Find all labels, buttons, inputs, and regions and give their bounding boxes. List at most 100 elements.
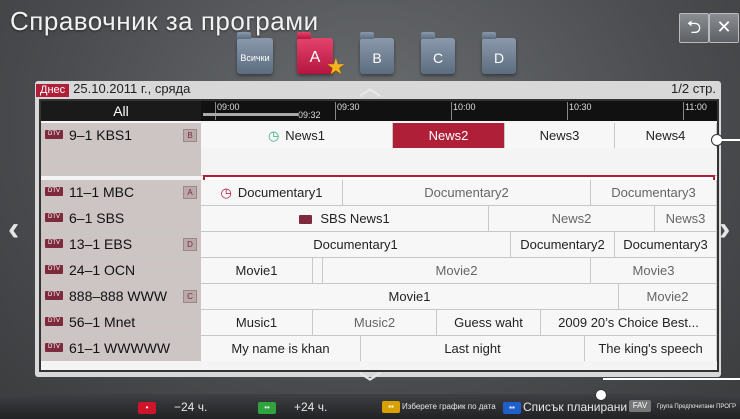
time-tick: 09:00 [215, 102, 240, 120]
favorite-group-button[interactable]: FAV Група Предпочитани ПРОГР [629, 399, 736, 415]
folder-b[interactable]: B [360, 32, 394, 74]
program-cell[interactable]: Movie2 [619, 284, 717, 309]
channel-name: 9–1 KBS1 [69, 127, 133, 143]
scroll-left-arrow-icon[interactable]: ‹ [8, 210, 19, 249]
dtv-icon: DTV [45, 291, 63, 300]
channel-row: DTV 9–1 KBS1 B ◷ News1 News2 News3 News4 … [41, 123, 717, 197]
lock-badge: B [183, 129, 197, 142]
current-time: 09:32 [298, 110, 321, 120]
channel-name: 888–888 WWW [69, 288, 168, 304]
dtv-icon: DTV [45, 317, 63, 326]
folder-c[interactable]: C [421, 32, 455, 74]
program-cell[interactable]: Music1 [201, 310, 313, 335]
dtv-icon: DTV [45, 130, 63, 139]
program-cell[interactable]: Documentary2 [511, 232, 615, 257]
callout-line [603, 378, 740, 380]
program-cell[interactable]: Music2 [313, 310, 437, 335]
dtv-icon: DTV [45, 343, 63, 352]
reminder-clock-icon: ◷ [267, 128, 280, 143]
back-button[interactable]: ⮌ [679, 13, 709, 43]
timeline: 09:00 09:30 10:00 10:30 11:00 09:32 [201, 101, 717, 121]
program-cell[interactable]: The king's speech [585, 336, 717, 361]
program-cell[interactable]: Documentary2 [343, 180, 591, 205]
program-cell[interactable]: News4 [615, 123, 717, 148]
dtv-icon: DTV [45, 213, 63, 222]
channel-name: 56–1 Mnet [69, 314, 136, 330]
scheduled-list-button[interactable]: ▪▪ Списък планирани [503, 399, 627, 415]
lock-badge: C [183, 290, 197, 303]
channel-cell[interactable]: DTV 888–888 WWW C [41, 284, 201, 309]
channel-name: 6–1 SBS [69, 210, 125, 226]
program-cell[interactable]: Last night [361, 336, 585, 361]
page-title: Справочник за програми [10, 6, 319, 36]
callout-dot [595, 389, 607, 401]
time-tick: 10:00 [451, 102, 476, 120]
program-cell[interactable]: Guess waht [437, 310, 541, 335]
channel-row: DTV 11–1 MBC A ◷ Documentary1 Documentary… [41, 180, 717, 206]
folder-d[interactable]: D [482, 32, 516, 74]
channel-cell[interactable]: DTV 11–1 MBC A [41, 180, 201, 205]
yellow-key-icon: ▪▪ [382, 400, 400, 413]
lock-badge: A [183, 186, 197, 199]
dtv-icon: DTV [45, 239, 63, 248]
program-cell[interactable]: Movie2 [323, 258, 591, 283]
channel-cell[interactable]: DTV 56–1 Mnet [41, 310, 201, 335]
channel-name: 61–1 WWWWW [69, 340, 171, 356]
red-key-icon: • [138, 401, 156, 414]
folder-all[interactable]: Всички [237, 32, 273, 74]
time-tick: 09:30 [335, 102, 360, 120]
dtv-icon: DTV [45, 265, 63, 274]
channel-row: DTV 24–1 OCN Movie1 Movie2 Movie3 [41, 258, 717, 284]
program-cell[interactable]: ◷ Documentary1 [201, 180, 343, 205]
all-channels-header[interactable]: All [41, 101, 201, 121]
program-cell[interactable] [313, 258, 323, 283]
program-cell[interactable]: SBS News1 [201, 206, 489, 231]
close-button[interactable]: ✕ [709, 13, 739, 43]
program-cell[interactable]: 2009 20’s Choice Best... [541, 310, 717, 335]
page-indicator: 1/2 стр. [671, 81, 716, 96]
program-cell-selected[interactable]: News2 [393, 123, 505, 148]
channel-cell[interactable]: DTV 9–1 KBS1 B [41, 123, 201, 175]
channel-row: DTV 56–1 Mnet Music1 Music2 Guess waht 2… [41, 310, 717, 336]
green-key-icon: •• [258, 401, 276, 414]
time-tick: 10:30 [567, 102, 592, 120]
channel-name: 11–1 MBC [69, 184, 135, 200]
reminder-clock-icon: ◷ [220, 185, 232, 200]
plus-24h-button[interactable]: •• +24 ч. [258, 399, 327, 415]
today-badge: Днес [36, 84, 70, 97]
channel-name: 13–1 EBS [69, 236, 133, 252]
program-cell[interactable]: News2 [489, 206, 655, 231]
program-cell[interactable]: My name is khan [201, 336, 361, 361]
channel-name: 24–1 OCN [69, 262, 136, 278]
program-cell[interactable]: Documentary3 [615, 232, 717, 257]
tv-icon [299, 215, 313, 225]
favorite-star-icon: ★ [326, 54, 346, 79]
lock-badge: D [183, 238, 197, 251]
channel-cell[interactable]: DTV 61–1 WWWWW [41, 336, 201, 361]
program-cell[interactable]: Documentary3 [591, 180, 717, 205]
time-tick: 11:00 [683, 102, 707, 120]
channel-row: DTV 61–1 WWWWW My name is khan Last nigh… [41, 336, 717, 361]
scroll-right-arrow-icon[interactable]: › [719, 210, 730, 249]
program-cell[interactable]: News3 [505, 123, 615, 148]
program-cell[interactable]: Movie1 [201, 284, 619, 309]
minus-24h-button[interactable]: • −24 ч. [138, 399, 207, 415]
channel-row: DTV 888–888 WWW C Movie1 Movie2 [41, 284, 717, 310]
channel-row: DTV 6–1 SBS SBS News1 News2 News3 [41, 206, 717, 232]
bottom-bar: • −24 ч. •• +24 ч. ▪▪ Изберете график по да… [0, 394, 740, 419]
channel-cell[interactable]: DTV 24–1 OCN [41, 258, 201, 283]
channel-row: DTV 13–1 EBS D Documentary1 Documentary2… [41, 232, 717, 258]
fav-key-icon: FAV [629, 400, 651, 413]
program-cell[interactable]: Documentary1 [201, 232, 511, 257]
program-cell[interactable]: ◷ News1 [201, 123, 393, 148]
program-cell[interactable]: News3 [655, 206, 717, 231]
channel-cell[interactable]: DTV 13–1 EBS D [41, 232, 201, 257]
date-bar: Днес 25.10.2011 г., сряда 1/2 стр. [36, 81, 720, 97]
program-cell[interactable]: Movie1 [201, 258, 313, 283]
program-cell[interactable]: Movie3 [591, 258, 717, 283]
current-date: 25.10.2011 г., сряда [73, 81, 191, 96]
channel-cell[interactable]: DTV 6–1 SBS [41, 206, 201, 231]
select-schedule-by-date-button[interactable]: ▪▪ Изберете график по дата [382, 399, 496, 415]
callout-line [721, 139, 740, 141]
program-grid: All 09:00 09:30 10:00 10:30 11:00 09:32 … [39, 99, 719, 372]
